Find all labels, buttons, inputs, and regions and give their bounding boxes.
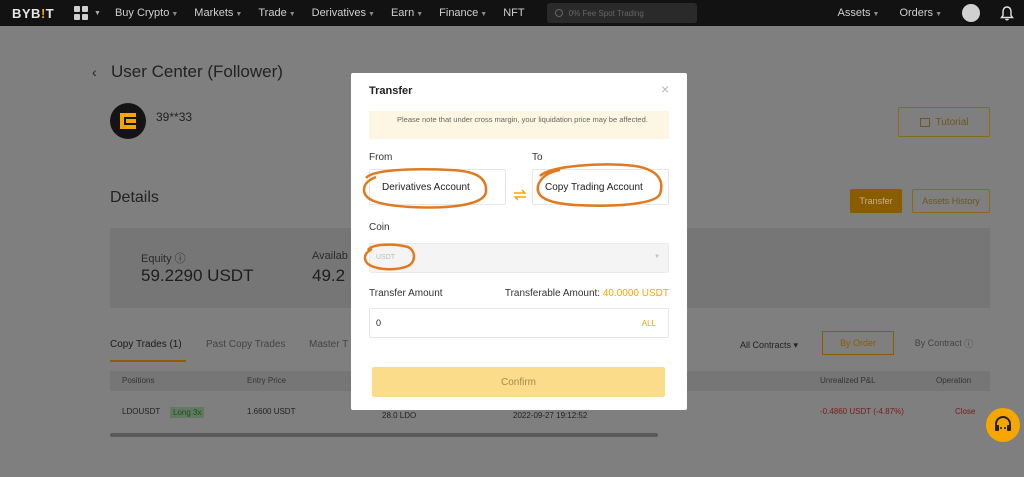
row-entry-price: 1.6600 USDT bbox=[247, 407, 296, 416]
equity-value: 59.2290 USDT bbox=[141, 266, 254, 285]
chevron-down-icon: ▼ bbox=[94, 9, 101, 17]
from-label: From bbox=[369, 152, 393, 163]
from-account-select[interactable]: Derivatives Account bbox=[369, 169, 506, 205]
available-value: 49.2 bbox=[312, 266, 346, 285]
margin-notice: Please note that under cross margin, you… bbox=[369, 111, 669, 139]
tab-copy-trades[interactable]: Copy Trades (1) bbox=[110, 339, 182, 350]
tutorial-button[interactable]: Tutorial bbox=[898, 107, 990, 137]
bell-icon[interactable] bbox=[1000, 5, 1014, 21]
side-badge: Long 3x bbox=[170, 407, 205, 418]
transfer-amount-input[interactable]: 0 ALL bbox=[369, 308, 669, 338]
to-account-select[interactable]: Copy Trading Account bbox=[532, 169, 669, 205]
back-arrow-icon[interactable]: ‹ bbox=[92, 64, 97, 80]
chevron-down-icon: ▼ bbox=[654, 254, 660, 260]
assets-history-button[interactable]: Assets History bbox=[912, 189, 990, 213]
tab-master-traders[interactable]: Master T bbox=[309, 339, 348, 350]
col-unrealized: Unrealized P&L bbox=[820, 376, 876, 385]
horizontal-scrollbar[interactable] bbox=[110, 433, 658, 437]
nav-trade[interactable]: Trade ▼ bbox=[258, 7, 295, 19]
row-unrealized: -0.4860 USDT (-4.87%) bbox=[820, 407, 904, 416]
coin-select[interactable]: USDT ▼ bbox=[369, 243, 669, 273]
username: 39**33 bbox=[156, 110, 193, 124]
modal-title: Transfer bbox=[369, 85, 413, 97]
top-nav: BYB!T ▼ Buy Crypto ▼ Markets ▼ Trade ▼ Deri… bbox=[0, 0, 1024, 26]
row-symbol: LDOUSDT bbox=[122, 407, 161, 416]
bybit-logo[interactable]: BYB!T bbox=[12, 6, 60, 21]
nav-earn[interactable]: Earn ▼ bbox=[391, 7, 423, 19]
row-time: 2022-09-27 19:12:52 bbox=[513, 411, 588, 420]
nav-buy-crypto[interactable]: Buy Crypto ▼ bbox=[115, 7, 178, 19]
close-icon[interactable]: × bbox=[661, 81, 669, 97]
to-label: To bbox=[532, 152, 543, 163]
tab-past-copy-trades[interactable]: Past Copy Trades bbox=[206, 339, 285, 350]
by-contract-button[interactable]: By Contract ⓘ bbox=[900, 331, 988, 355]
active-tab-indicator bbox=[110, 360, 186, 362]
details-heading: Details bbox=[110, 189, 159, 206]
transferable-amount: Transferable Amount: 40.0000 USDT bbox=[504, 288, 669, 299]
row-qty: 28.0 LDO bbox=[382, 411, 417, 420]
nav-orders[interactable]: Orders ▼ bbox=[899, 7, 942, 19]
transfer-button[interactable]: Transfer bbox=[850, 189, 902, 213]
by-order-button[interactable]: By Order bbox=[822, 331, 894, 355]
nav-assets[interactable]: Assets ▼ bbox=[837, 7, 879, 19]
transfer-amount-label: Transfer Amount bbox=[369, 288, 443, 299]
page-title: User Center (Follower) bbox=[111, 62, 283, 81]
all-contracts-select[interactable]: All Contracts ▾ bbox=[740, 340, 798, 351]
profile-avatar[interactable] bbox=[962, 4, 980, 22]
nav-right: Assets ▼ Orders ▼ bbox=[837, 0, 1024, 26]
col-operation: Operation bbox=[936, 376, 972, 385]
col-entry-price: Entry Price bbox=[247, 376, 287, 385]
search-icon bbox=[554, 9, 563, 17]
apps-grid-icon[interactable] bbox=[74, 6, 88, 20]
nav-markets[interactable]: Markets ▼ bbox=[194, 7, 242, 19]
swap-accounts-icon[interactable] bbox=[513, 188, 527, 201]
col-positions: Positions bbox=[122, 376, 155, 385]
confirm-button[interactable]: Confirm bbox=[372, 367, 665, 397]
user-avatar bbox=[110, 103, 146, 139]
available-label: Availab bbox=[312, 250, 348, 262]
transfer-modal: Transfer × Please note that under cross … bbox=[351, 73, 687, 410]
coin-label: Coin bbox=[369, 222, 390, 233]
all-button[interactable]: ALL bbox=[642, 319, 656, 328]
close-position-button[interactable]: Close bbox=[955, 407, 975, 416]
nav-finance[interactable]: Finance ▼ bbox=[439, 7, 487, 19]
nav-nft[interactable]: NFT bbox=[503, 7, 524, 19]
nav-search-input[interactable]: 0% Fee Spot Trading bbox=[546, 3, 697, 23]
equity-label: Equity ⓘ bbox=[141, 253, 186, 265]
book-icon bbox=[919, 117, 930, 127]
nav-derivatives[interactable]: Derivatives ▼ bbox=[312, 7, 375, 19]
support-headset-icon[interactable] bbox=[986, 408, 1020, 442]
